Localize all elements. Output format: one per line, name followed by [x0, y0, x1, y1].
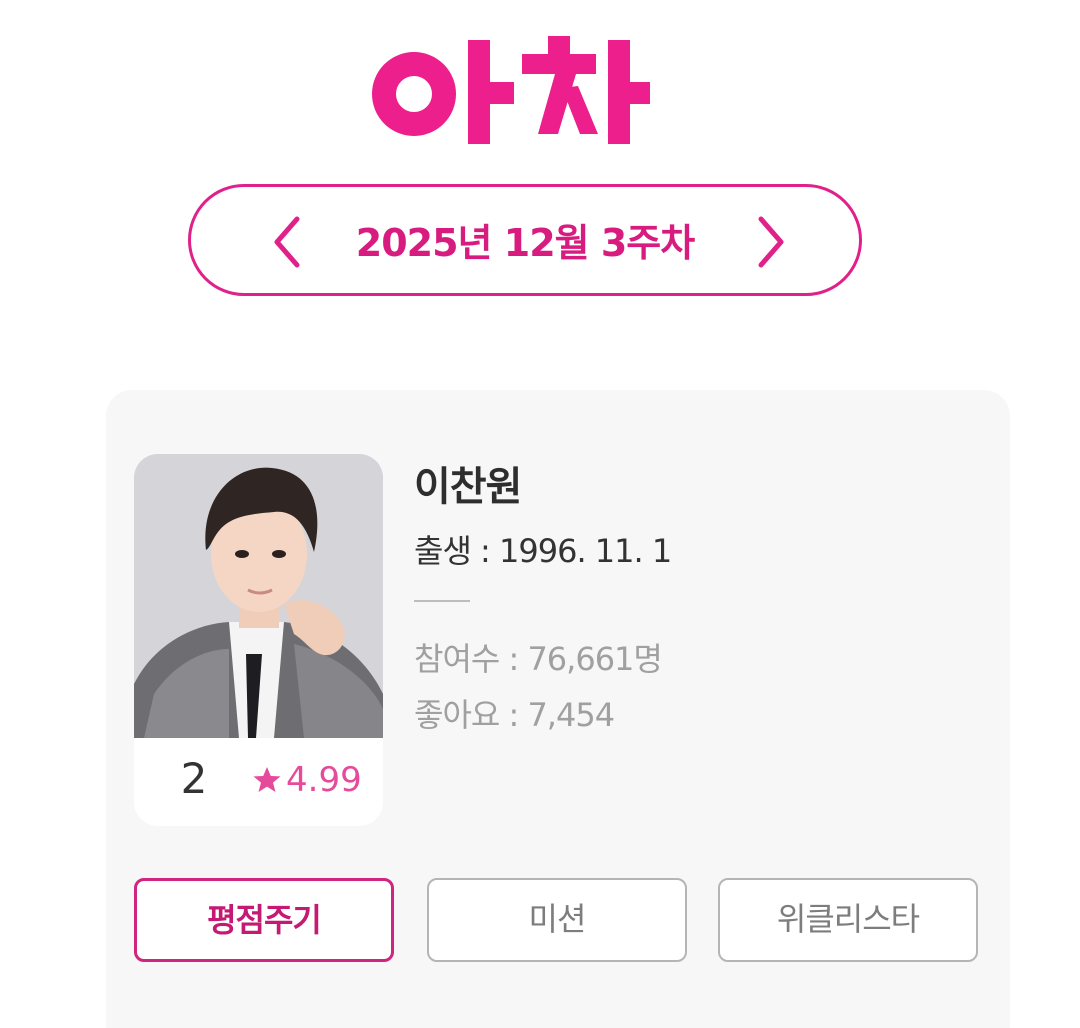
rank-number: 2	[180, 754, 208, 803]
star-icon	[253, 767, 281, 792]
profile-card: 2 4.99 이찬원 출생 : 1996. 11. 1 참여수 : 76,661…	[106, 390, 1010, 1028]
week-selector: 2025년 12월 3주차	[188, 184, 862, 296]
rating-value: 4.99	[286, 760, 362, 800]
rating: 4.99	[252, 760, 362, 800]
photo-card[interactable]: 2 4.99	[134, 454, 383, 826]
week-label: 2025년 12월 3주차	[355, 221, 695, 265]
participant-count: 참여수 : 76,661명	[414, 640, 663, 678]
app-logo	[372, 36, 650, 144]
like-count: 좋아요 : 7,454	[414, 696, 615, 734]
chevron-right-icon[interactable]	[751, 213, 791, 271]
info-divider	[414, 600, 470, 602]
artist-name: 이찬원	[414, 464, 522, 510]
weekly-star-button[interactable]: 위클리스타	[718, 878, 978, 962]
profile-photo	[134, 454, 383, 738]
birth-date: 출생 : 1996. 11. 1	[414, 532, 672, 570]
mission-button[interactable]: 미션	[427, 878, 687, 962]
page: 2025년 12월 3주차 2 4.99 이찬원 출생: 1996. 11. …	[0, 0, 1080, 1028]
chevron-left-icon[interactable]	[267, 213, 307, 271]
rate-button[interactable]: 평점주기	[134, 878, 394, 962]
